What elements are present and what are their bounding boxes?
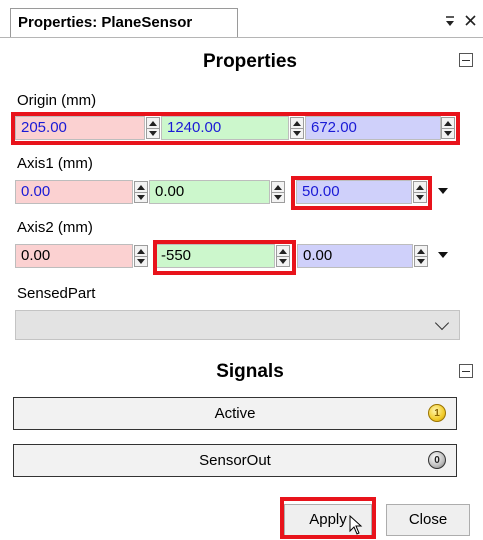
close-label: Close [408,511,448,528]
axis2-y-spinner[interactable] [276,245,290,267]
signal-off-indicator-icon: 0 [428,451,446,469]
axis1-x-spinner[interactable] [134,181,148,203]
close-icon[interactable] [462,12,480,32]
signals-section-title: Signals [216,361,284,382]
sensed-part-label: SensedPart [17,285,96,302]
signal-on-indicator-icon: 1 [428,404,446,422]
axis2-y-field[interactable]: -550 [155,244,275,268]
properties-collapse-button[interactable] [459,53,473,67]
tab-divider [0,37,483,38]
axis1-y-spinner[interactable] [271,181,285,203]
axis2-dropdown-arrow-icon[interactable] [437,252,449,260]
axis1-dropdown-arrow-icon[interactable] [437,188,449,196]
axis2-z-field[interactable]: 0.00 [297,244,413,268]
signals-collapse-button[interactable] [459,364,473,378]
chevron-down-icon [434,315,450,331]
signal-label: SensorOut [199,452,271,469]
axis1-label: Axis1 (mm) [17,155,93,172]
properties-section-title: Properties [203,51,297,72]
dropdown-pin-icon[interactable] [442,13,458,33]
origin-x-field[interactable]: 205.00 [15,116,145,140]
signal-indicator-value: 1 [434,407,440,419]
axis2-x-field[interactable]: 0.00 [15,244,133,268]
origin-z-field[interactable]: 672.00 [305,116,441,140]
close-button[interactable]: Close [386,504,470,536]
axis1-y-field[interactable]: 0.00 [149,180,270,204]
axis2-z-spinner[interactable] [414,245,428,267]
sensed-part-combobox[interactable] [15,310,460,340]
apply-label: Apply [309,511,347,528]
signal-label: Active [214,405,256,422]
mouse-cursor-icon [349,514,365,535]
signal-indicator-value: 0 [434,454,440,466]
axis1-z-spinner[interactable] [413,181,427,203]
signal-sensorout-button[interactable]: SensorOut 0 [13,444,457,477]
origin-z-spinner[interactable] [441,117,455,139]
axis2-x-spinner[interactable] [134,245,148,267]
signal-active-button[interactable]: Active 1 [13,397,457,430]
properties-tab[interactable]: Properties: PlaneSensor [10,8,238,38]
axis1-z-field[interactable]: 50.00 [296,180,412,204]
tab-title: Properties: PlaneSensor [18,14,193,31]
axis2-label: Axis2 (mm) [17,219,93,236]
origin-y-spinner[interactable] [290,117,304,139]
origin-label: Origin (mm) [17,92,97,109]
origin-y-field[interactable]: 1240.00 [161,116,289,140]
origin-x-spinner[interactable] [146,117,160,139]
axis1-x-field[interactable]: 0.00 [15,180,133,204]
